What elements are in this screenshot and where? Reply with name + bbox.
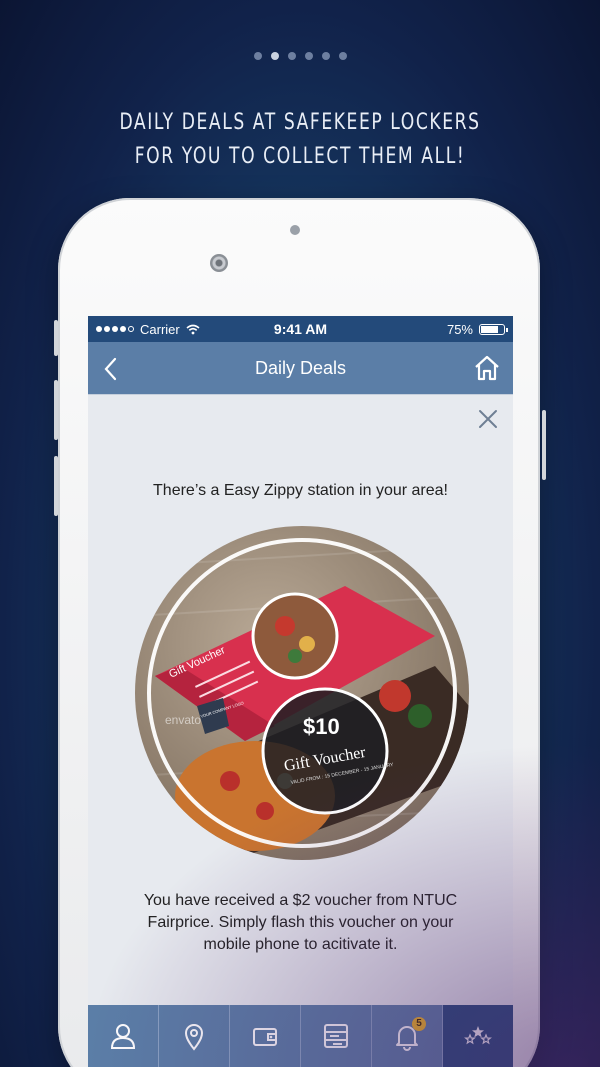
mute-switch — [54, 320, 58, 356]
tab-notifications[interactable]: 5 — [372, 1005, 443, 1067]
front-camera — [210, 254, 228, 272]
page-title: Daily Deals — [254, 357, 347, 378]
battery-icon — [479, 323, 508, 335]
nav-bar: Daily Deals — [88, 342, 513, 395]
page-dot[interactable] — [338, 52, 347, 60]
phone-screen: Carrier 9:41 AM 75% Daily Deals There’s … — [88, 316, 513, 1067]
locker-icon — [324, 1024, 348, 1048]
power-button — [542, 410, 546, 480]
stars-icon — [464, 1026, 492, 1045]
chevron-left-icon[interactable] — [100, 356, 122, 382]
user-icon — [110, 1024, 136, 1049]
close-icon[interactable] — [477, 408, 499, 430]
front-sensor — [290, 225, 300, 235]
tab-deals[interactable] — [443, 1005, 513, 1067]
tab-profile[interactable] — [88, 1005, 159, 1067]
location-pin-icon — [184, 1024, 204, 1051]
tab-lockers[interactable] — [301, 1005, 372, 1067]
notification-badge: 5 — [412, 1017, 426, 1031]
page-dot-active[interactable] — [270, 52, 279, 60]
volume-up-button — [54, 380, 58, 440]
page-dot[interactable] — [287, 52, 296, 60]
page-dot[interactable] — [304, 52, 313, 60]
station-message: There’s a Easy Zippy station in your are… — [153, 482, 448, 499]
voucher-image[interactable]: Gift Voucher $10 Gift Voucher VALID FROM… — [135, 526, 469, 860]
status-bar: Carrier 9:41 AM 75% — [88, 316, 513, 342]
volume-down-button — [54, 456, 58, 516]
page-dot[interactable] — [253, 52, 262, 60]
status-time: 9:41 AM — [273, 321, 328, 337]
tab-wallet[interactable] — [230, 1005, 301, 1067]
voucher-ring — [147, 538, 457, 848]
home-icon[interactable] — [473, 354, 501, 382]
page-dot[interactable] — [321, 52, 330, 60]
promo-headline: Daily deals at Safekeep lockers for you … — [119, 110, 481, 169]
tab-bar: 5 — [88, 1005, 513, 1067]
voucher-message: You have received a $2 voucher from NTUC… — [143, 892, 458, 953]
tab-location[interactable] — [159, 1005, 230, 1067]
wallet-icon — [253, 1028, 277, 1046]
page-indicator — [0, 52, 600, 60]
